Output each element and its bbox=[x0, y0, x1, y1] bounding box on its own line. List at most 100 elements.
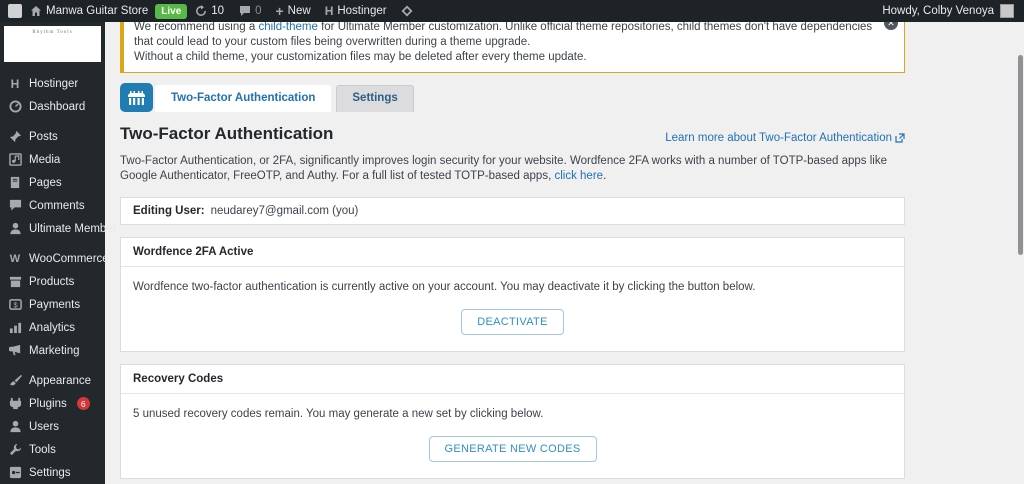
pushpin-icon bbox=[8, 130, 22, 144]
click-here-link[interactable]: click here bbox=[554, 170, 603, 182]
sidebar-item-products[interactable]: Products bbox=[0, 270, 105, 293]
sidebar-item-posts[interactable]: Posts bbox=[0, 125, 105, 148]
admin-bar-comments[interactable]: 0 bbox=[231, 0, 268, 22]
user-icon bbox=[8, 222, 22, 236]
scrollbar-track[interactable] bbox=[1016, 22, 1024, 484]
page-title: Two-Factor Authentication bbox=[120, 124, 334, 143]
sidebar-item-label: Dashboard bbox=[29, 100, 86, 113]
tab-bar: Two-Factor Authentication Settings bbox=[120, 82, 1024, 112]
tab-settings[interactable]: Settings bbox=[336, 85, 414, 112]
sidebar-item-marketing[interactable]: Marketing bbox=[0, 339, 105, 362]
deactivate-button[interactable]: DEACTIVATE bbox=[461, 309, 564, 335]
editing-user-label: Editing User: bbox=[133, 205, 205, 217]
update-count: 10 bbox=[211, 5, 225, 17]
howdy-label: Howdy, Colby Venoya bbox=[882, 5, 994, 17]
media-icon bbox=[8, 153, 22, 167]
live-badge: Live bbox=[155, 3, 188, 19]
sidebar-item-ultimate-member[interactable]: Ultimate Member bbox=[0, 217, 117, 240]
sidebar-item-label: Marketing bbox=[29, 344, 80, 357]
admin-bar-account[interactable]: Howdy, Colby Venoya bbox=[882, 4, 1024, 18]
intro-paragraph: Two-Factor Authentication, or 2FA, signi… bbox=[120, 154, 905, 184]
sidebar-item-label: Products bbox=[29, 275, 75, 288]
tab-two-factor-authentication[interactable]: Two-Factor Authentication bbox=[155, 85, 332, 112]
settings-icon bbox=[8, 466, 22, 480]
sidebar-item-label: Posts bbox=[29, 130, 58, 143]
panel-title: Wordfence 2FA Active bbox=[121, 238, 904, 267]
child-theme-notice: We recommend using a child-theme for Ult… bbox=[120, 14, 905, 73]
sidebar-item-woocommerce[interactable]: W WooCommerce bbox=[0, 247, 109, 270]
sidebar-item-tools[interactable]: Tools bbox=[0, 438, 105, 461]
home-icon bbox=[29, 5, 42, 18]
site-name-label: Manwa Guitar Store bbox=[46, 5, 149, 17]
sidebar-item-comments[interactable]: Comments bbox=[0, 194, 105, 217]
sidebar-item-label: Plugins bbox=[29, 397, 67, 410]
comment-count: 0 bbox=[255, 5, 262, 17]
hostinger-logo-icon: H bbox=[324, 4, 334, 18]
sidebar-item-label: Analytics bbox=[29, 321, 76, 334]
admin-sidebar: Rhythm Tools H Hostinger Dashboard Posts… bbox=[0, 22, 117, 484]
main-content: We recommend using a child-theme for Ult… bbox=[105, 14, 1024, 484]
sidebar-item-label: Pages bbox=[29, 176, 62, 189]
learn-more-link[interactable]: Learn more about Two-Factor Authenticati… bbox=[665, 132, 905, 144]
scrollbar-thumb[interactable] bbox=[1018, 55, 1023, 255]
sidebar-item-dashboard[interactable]: Dashboard bbox=[0, 95, 105, 118]
wordpress-logo-icon[interactable] bbox=[8, 4, 22, 18]
sidebar-item-label: Settings bbox=[29, 466, 71, 479]
admin-bar-site-name[interactable]: Manwa Guitar Store bbox=[22, 0, 155, 22]
editing-user-bar: Editing User: neudarey7@gmail.com (you) bbox=[120, 197, 905, 225]
external-link-icon bbox=[895, 133, 905, 143]
learn-more-label: Learn more about Two-Factor Authenticati… bbox=[665, 132, 892, 144]
wordfence-2fa-icon bbox=[120, 83, 153, 112]
sidebar-logo-text: Rhythm Tools bbox=[32, 30, 73, 35]
admin-bar-new[interactable]: + New bbox=[268, 0, 317, 22]
sidebar-item-payments[interactable]: $ Payments bbox=[0, 293, 105, 316]
sidebar-item-settings[interactable]: Settings bbox=[0, 461, 105, 484]
users-icon bbox=[8, 420, 22, 434]
sidebar-item-pages[interactable]: Pages bbox=[0, 171, 105, 194]
hostinger-icon: H bbox=[10, 76, 20, 91]
plugins-update-badge: 6 bbox=[76, 397, 90, 410]
hostinger-label: Hostinger bbox=[337, 5, 387, 17]
notice-text-3: Without a child theme, your customizatio… bbox=[134, 51, 587, 63]
admin-bar-diamond[interactable] bbox=[394, 0, 421, 22]
admin-bar-hostinger[interactable]: H Hostinger bbox=[318, 0, 394, 22]
intro-text-end: . bbox=[603, 170, 607, 182]
products-box-icon bbox=[8, 275, 22, 289]
child-theme-link[interactable]: child-theme bbox=[258, 21, 317, 33]
bar-chart-icon bbox=[8, 321, 22, 335]
sidebar-item-label: Tools bbox=[29, 443, 56, 456]
avatar bbox=[1000, 4, 1014, 18]
sidebar-item-appearance[interactable]: Appearance bbox=[0, 369, 105, 392]
sidebar-item-hostinger[interactable]: H Hostinger bbox=[0, 72, 105, 95]
sidebar-item-analytics[interactable]: Analytics bbox=[0, 316, 105, 339]
sidebar-item-users[interactable]: Users bbox=[0, 415, 105, 438]
panel-body-text: 5 unused recovery codes remain. You may … bbox=[133, 408, 544, 420]
panel-body-text: Wordfence two-factor authentication is c… bbox=[133, 281, 756, 293]
comments-bubble-icon bbox=[238, 5, 251, 18]
title-row: Two-Factor Authentication Learn more abo… bbox=[120, 124, 905, 144]
diamond-icon bbox=[401, 5, 414, 18]
plus-icon: + bbox=[275, 3, 284, 19]
sidebar-item-label: Payments bbox=[29, 298, 81, 311]
recovery-codes-panel: Recovery Codes 5 unused recovery codes r… bbox=[120, 364, 905, 479]
sidebar-item-label: Ultimate Member bbox=[29, 222, 117, 235]
sidebar-item-label: Users bbox=[29, 420, 60, 433]
sidebar-item-plugins[interactable]: Plugins 6 bbox=[0, 392, 105, 415]
wrench-icon bbox=[8, 443, 22, 457]
editing-user-value: neudarey7@gmail.com (you) bbox=[210, 205, 359, 217]
paintbrush-icon bbox=[8, 374, 22, 388]
sidebar-item-label: Media bbox=[29, 153, 61, 166]
generate-new-codes-button[interactable]: GENERATE NEW CODES bbox=[428, 436, 597, 462]
svg-text:$: $ bbox=[13, 300, 17, 309]
panel-title: Recovery Codes bbox=[121, 365, 904, 394]
plugin-icon bbox=[8, 397, 22, 411]
admin-bar: Manwa Guitar Store Live 10 0 + New H Hos… bbox=[0, 0, 1024, 22]
comment-icon bbox=[8, 199, 22, 213]
woocommerce-icon: W bbox=[9, 252, 21, 265]
sidebar-item-label: Hostinger bbox=[29, 77, 79, 90]
dashboard-icon bbox=[8, 100, 22, 114]
sidebar-item-media[interactable]: Media bbox=[0, 148, 105, 171]
sidebar-logo: Rhythm Tools bbox=[4, 26, 101, 62]
updates-icon bbox=[194, 5, 207, 18]
admin-bar-updates[interactable]: 10 bbox=[187, 0, 231, 22]
